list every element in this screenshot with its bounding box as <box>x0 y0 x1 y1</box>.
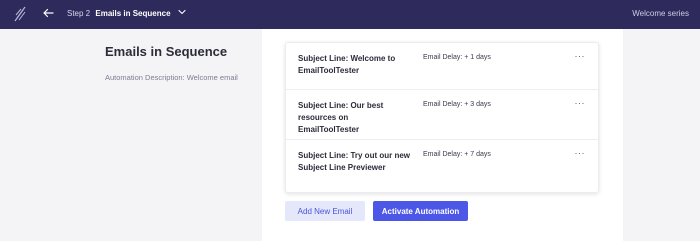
step-number: Step 2 <box>67 9 91 18</box>
top-bar: Step 2 Emails in Sequence Welcome series <box>0 0 700 29</box>
page-title: Emails in Sequence <box>105 44 228 59</box>
email-row[interactable]: Subject Line: Try out our new Subject Li… <box>286 140 598 192</box>
email-delay: Email Delay: + 1 days <box>423 54 491 61</box>
email-row[interactable]: Subject Line: Our best resources on Emai… <box>286 90 598 140</box>
email-row[interactable]: Subject Line: Welcome to EmailToolTester… <box>286 43 598 90</box>
email-sequence-list: Subject Line: Welcome to EmailToolTester… <box>285 42 599 193</box>
activate-automation-button[interactable]: Activate Automation <box>373 201 468 221</box>
series-name: Welcome series <box>632 9 689 18</box>
email-delay: Email Delay: + 3 days <box>423 101 491 108</box>
step-selector[interactable]: Step 2 Emails in Sequence <box>67 9 186 18</box>
arrow-left-icon[interactable] <box>42 7 54 19</box>
email-subject: Subject Line: Our best resources on Emai… <box>298 101 384 134</box>
more-options-icon[interactable]: ··· <box>575 149 586 158</box>
feather-logo-icon[interactable] <box>13 6 27 22</box>
more-options-icon[interactable]: ··· <box>575 52 586 61</box>
step-title: Emails in Sequence <box>95 9 171 18</box>
email-subject: Subject Line: Welcome to EmailToolTester <box>298 54 396 75</box>
automation-description: Automation Description: Welcome email <box>105 73 238 82</box>
more-options-icon[interactable]: ··· <box>575 99 586 108</box>
email-delay: Email Delay: + 7 days <box>423 151 491 158</box>
chevron-down-icon[interactable] <box>178 9 186 15</box>
email-subject: Subject Line: Try out our new Subject Li… <box>298 151 411 172</box>
add-new-email-button[interactable]: Add New Email <box>285 201 365 221</box>
